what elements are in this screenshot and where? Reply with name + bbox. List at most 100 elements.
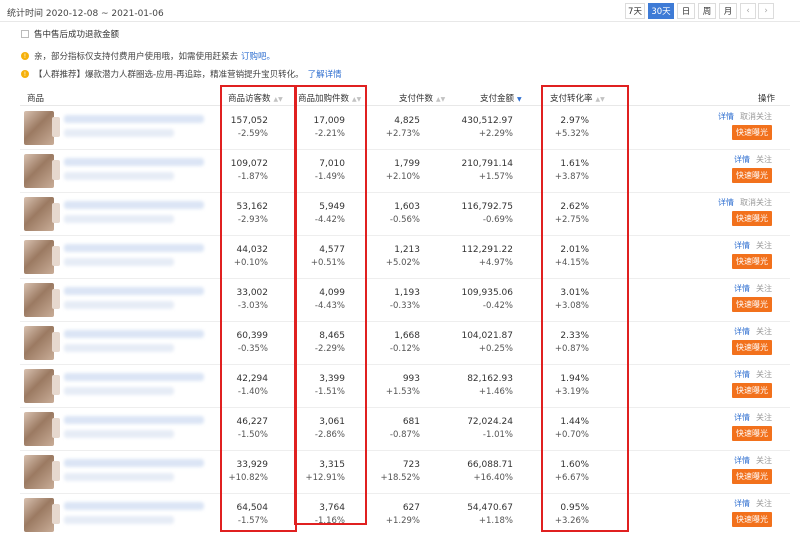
follow-link[interactable]: 关注	[756, 413, 772, 422]
detail-link[interactable]: 详情	[734, 284, 750, 293]
refund-checkbox-row[interactable]: 售中售后成功退款金额	[21, 28, 119, 40]
fast-exposure-button[interactable]: 快速曝光	[732, 211, 772, 226]
prev-icon[interactable]: ‹	[740, 3, 756, 19]
fast-exposure-button[interactable]: 快速曝光	[732, 168, 772, 183]
fast-exposure-button[interactable]: 快速曝光	[732, 297, 772, 312]
follow-link[interactable]: 关注	[756, 327, 772, 336]
cell-value: 44,032	[236, 245, 269, 255]
fast-exposure-button[interactable]: 快速曝光	[732, 426, 772, 441]
product-thumbnail[interactable]	[24, 326, 60, 360]
product-thumbnail[interactable]	[24, 240, 60, 274]
next-icon[interactable]: ›	[758, 3, 774, 19]
period-week-button[interactable]: 周	[698, 3, 716, 19]
cell-amount: 54,470.67 +1.18%	[443, 502, 513, 527]
detail-link[interactable]: 详情	[734, 155, 750, 164]
follow-link[interactable]: 关注	[756, 155, 772, 164]
product-thumbnail[interactable]	[24, 498, 60, 532]
product-thumbnail[interactable]	[24, 455, 60, 489]
detail-link[interactable]: 详情	[734, 241, 750, 250]
sort-icon[interactable]: ▲▼	[436, 96, 445, 103]
detail-link[interactable]: 详情	[734, 413, 750, 422]
product-title-blurred[interactable]	[64, 416, 204, 424]
product-title-blurred[interactable]	[64, 330, 204, 338]
cell-change: +3.87%	[554, 172, 589, 182]
product-subtitle-blurred	[64, 387, 174, 395]
product-thumbnail[interactable]	[24, 154, 60, 188]
follow-link[interactable]: 关注	[756, 456, 772, 465]
follow-link[interactable]: 取消关注	[740, 112, 772, 121]
detail-link[interactable]: 详情	[734, 370, 750, 379]
cell-visitors: 64,504 -1.57%	[198, 502, 269, 527]
col-pay-count[interactable]: 支付件数 ▲▼	[399, 92, 445, 104]
detail-link[interactable]: 详情	[718, 198, 734, 207]
detail-link[interactable]: 详情	[734, 499, 750, 508]
cell-change: -2.86%	[314, 430, 345, 440]
cell-cart: 7,010 -1.49%	[275, 158, 345, 183]
cell-value: 1,213	[394, 245, 420, 255]
row-ops: 详情 关注快速曝光	[712, 283, 772, 312]
cell-amount: 82,162.93 +1.46%	[443, 373, 513, 398]
product-title-blurred[interactable]	[64, 158, 204, 166]
product-title-blurred[interactable]	[64, 244, 204, 252]
follow-link[interactable]: 关注	[756, 241, 772, 250]
sort-icon[interactable]: ▲▼	[352, 96, 361, 103]
cell-change: +2.75%	[554, 215, 589, 225]
follow-link[interactable]: 关注	[756, 370, 772, 379]
period-day-button[interactable]: 日	[677, 3, 695, 19]
cell-visitors: 46,227 -1.50%	[198, 416, 269, 441]
cell-value: 3.01%	[560, 288, 589, 298]
sort-icon[interactable]: ▲▼	[596, 96, 605, 103]
product-title-blurred[interactable]	[64, 373, 204, 381]
cell-pay-count: 627 +1.29%	[350, 502, 420, 527]
product-title-blurred[interactable]	[64, 459, 204, 467]
fast-exposure-button[interactable]: 快速曝光	[732, 469, 772, 484]
fast-exposure-button[interactable]: 快速曝光	[732, 254, 772, 269]
fast-exposure-button[interactable]: 快速曝光	[732, 512, 772, 527]
product-title-blurred[interactable]	[64, 201, 204, 209]
detail-link[interactable]: 详情	[734, 327, 750, 336]
cell-pay-count: 1,193 -0.33%	[350, 287, 420, 312]
detail-link[interactable]: 详情	[718, 112, 734, 121]
fast-exposure-button[interactable]: 快速曝光	[732, 340, 772, 355]
cell-change: +2.10%	[385, 172, 420, 182]
col-visitors[interactable]: 商品访客数 ▲▼	[228, 92, 283, 104]
sort-desc-icon[interactable]: ▼	[517, 96, 522, 103]
col-pay-rate[interactable]: 支付转化率 ▲▼	[550, 92, 605, 104]
product-thumbnail[interactable]	[24, 412, 60, 446]
table-row: 33,929 +10.82% 3,315 +12.91% 723 +18.52% 66,08…	[20, 451, 790, 494]
learn-more-link[interactable]: 了解详情	[308, 68, 342, 80]
period-7d-button[interactable]: 7天	[625, 3, 645, 19]
cell-amount: 66,088.71 +16.40%	[443, 459, 513, 484]
fast-exposure-button[interactable]: 快速曝光	[732, 125, 772, 140]
product-title-blurred[interactable]	[64, 502, 204, 510]
period-30d-button[interactable]: 30天	[648, 3, 674, 19]
cell-value: 109,072	[230, 159, 268, 169]
sort-icon[interactable]: ▲▼	[274, 96, 283, 103]
follow-link[interactable]: 取消关注	[740, 198, 772, 207]
cell-cart: 8,465 -2.29%	[275, 330, 345, 355]
follow-link[interactable]: 关注	[756, 284, 772, 293]
product-thumbnail[interactable]	[24, 369, 60, 403]
period-month-button[interactable]: 月	[719, 3, 737, 19]
cell-value: 4,099	[319, 288, 345, 298]
cell-value: 1,668	[394, 331, 420, 341]
cell-value: 60,399	[236, 331, 269, 341]
subscribe-link[interactable]: 订购吧。	[241, 50, 275, 62]
fast-exposure-button[interactable]: 快速曝光	[732, 383, 772, 398]
cell-cart: 17,009 -2.21%	[275, 115, 346, 140]
cell-rate: 1.94% +3.19%	[519, 373, 589, 398]
product-title-blurred[interactable]	[64, 287, 204, 295]
row-ops: 详情 关注快速曝光	[712, 240, 772, 269]
product-thumbnail[interactable]	[24, 197, 60, 231]
product-thumbnail[interactable]	[24, 283, 60, 317]
follow-link[interactable]: 关注	[756, 499, 772, 508]
col-pay-amount[interactable]: 支付金额 ▼	[480, 92, 522, 104]
product-thumbnail[interactable]	[24, 111, 60, 145]
detail-link[interactable]: 详情	[734, 456, 750, 465]
product-title-blurred[interactable]	[64, 115, 204, 123]
info-icon: !	[21, 52, 29, 60]
cell-change: -0.69%	[482, 215, 513, 225]
cell-value: 53,162	[236, 202, 269, 212]
refund-checkbox[interactable]	[21, 30, 29, 38]
col-cart[interactable]: 商品加购件数 ▲▼	[298, 92, 361, 104]
